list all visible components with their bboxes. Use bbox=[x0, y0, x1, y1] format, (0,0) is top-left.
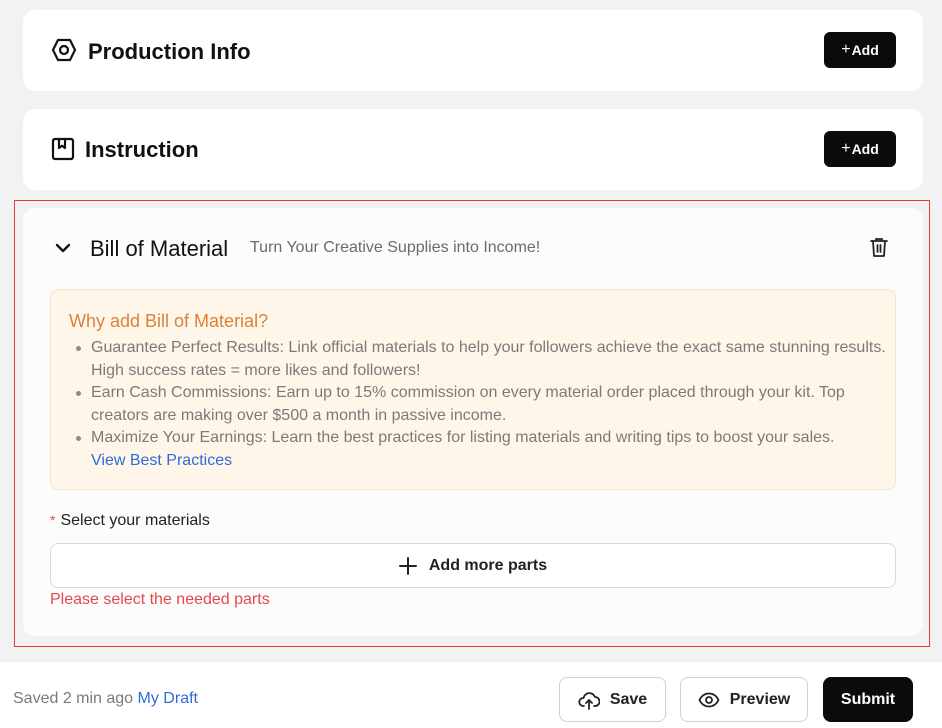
select-materials-text: Select your materials bbox=[60, 512, 210, 529]
eye-icon bbox=[698, 692, 720, 707]
add-more-parts-button[interactable]: Add more parts bbox=[50, 543, 896, 588]
instruction-add-button[interactable]: + Add bbox=[824, 131, 896, 167]
list-item: Earn Cash Commissions: Earn up to 15% co… bbox=[69, 382, 889, 427]
bill-of-material-card: Bill of Material Turn Your Creative Supp… bbox=[23, 208, 923, 636]
bookmark-book-icon bbox=[51, 137, 75, 161]
save-status: Saved 2 min ago My Draft bbox=[13, 690, 198, 708]
why-add-info-box: Why add Bill of Material? Guarantee Perf… bbox=[50, 289, 896, 490]
list-item-text: Maximize Your Earnings: Learn the best p… bbox=[91, 429, 835, 446]
select-materials-label: * Select your materials bbox=[50, 512, 210, 530]
production-info-card: Production Info + Add bbox=[23, 10, 923, 91]
production-info-title: Production Info bbox=[88, 39, 251, 64]
preview-button[interactable]: Preview bbox=[680, 677, 808, 722]
add-more-parts-label: Add more parts bbox=[428, 556, 548, 574]
plus-icon bbox=[398, 556, 417, 575]
parts-error-message: Please select the needed parts bbox=[50, 591, 270, 608]
preview-label: Preview bbox=[729, 690, 791, 708]
list-item: Guarantee Perfect Results: Link official… bbox=[69, 337, 889, 382]
bill-of-material-subtitle: Turn Your Creative Supplies into Income! bbox=[250, 239, 541, 256]
list-item: Maximize Your Earnings: Learn the best p… bbox=[69, 427, 889, 472]
bill-of-material-title: Bill of Material bbox=[90, 236, 229, 261]
trash-icon[interactable] bbox=[868, 236, 890, 258]
add-label: Add bbox=[851, 42, 879, 58]
instruction-card: Instruction + Add bbox=[23, 109, 923, 190]
instruction-title: Instruction bbox=[85, 137, 199, 162]
bottom-action-bar: Saved 2 min ago My Draft Save Preview Su… bbox=[0, 662, 942, 728]
why-add-title: Why add Bill of Material? bbox=[69, 311, 269, 331]
production-settings-icon bbox=[51, 38, 77, 62]
why-add-list: Guarantee Perfect Results: Link official… bbox=[69, 337, 889, 472]
required-marker: * bbox=[50, 512, 56, 528]
cloud-upload-icon bbox=[578, 691, 600, 710]
add-label: Add bbox=[851, 141, 879, 157]
view-best-practices-link[interactable]: View Best Practices bbox=[91, 450, 889, 473]
saved-time-text: Saved 2 min ago bbox=[13, 690, 134, 707]
production-add-button[interactable]: + Add bbox=[824, 32, 896, 68]
plus-icon: + bbox=[841, 41, 851, 58]
save-button[interactable]: Save bbox=[559, 677, 666, 722]
save-label: Save bbox=[609, 690, 648, 708]
my-draft-link[interactable]: My Draft bbox=[138, 690, 198, 707]
plus-icon: + bbox=[841, 140, 851, 157]
submit-button[interactable]: Submit bbox=[823, 677, 913, 722]
chevron-down-icon[interactable] bbox=[53, 238, 73, 258]
